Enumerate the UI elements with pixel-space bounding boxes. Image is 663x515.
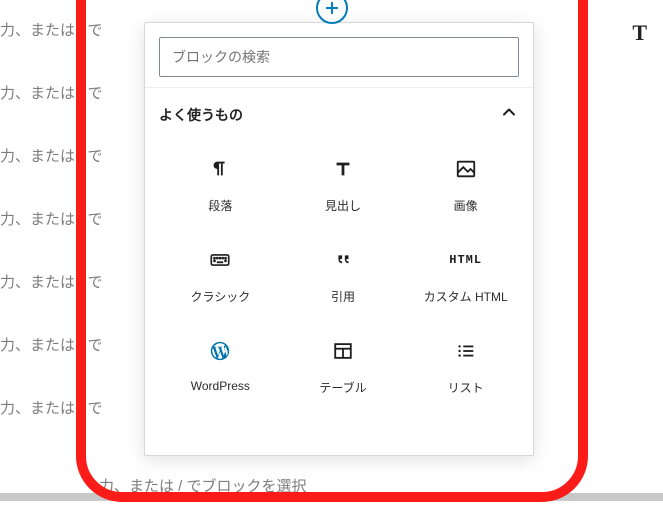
placeholder-line[interactable]: 力、または / で: [0, 275, 103, 290]
block-classic[interactable]: クラシック: [159, 232, 282, 317]
html-icon: HTML: [452, 246, 480, 274]
block-label: WordPress: [191, 379, 250, 393]
keyboard-icon: [206, 246, 234, 274]
quote-icon: [329, 246, 357, 274]
block-label: テーブル: [319, 379, 366, 396]
block-custom-html[interactable]: HTML カスタム HTML: [404, 232, 527, 317]
block-image[interactable]: 画像: [404, 141, 527, 226]
block-inserter-body[interactable]: よく使うもの 段落 見出し 画像: [145, 87, 533, 455]
text-shortcut-icon[interactable]: T: [632, 20, 647, 46]
chevron-up-icon: [499, 102, 519, 127]
list-icon: [452, 337, 480, 365]
search-wrap: [145, 23, 533, 87]
image-icon: [452, 155, 480, 183]
block-quote[interactable]: 引用: [282, 232, 405, 317]
block-heading[interactable]: 見出し: [282, 141, 405, 226]
block-label: リスト: [448, 379, 484, 396]
block-list[interactable]: リスト: [404, 323, 527, 408]
block-label: 画像: [454, 197, 478, 214]
block-paragraph[interactable]: 段落: [159, 141, 282, 226]
placeholder-line[interactable]: 力、または / で: [0, 338, 103, 353]
block-wordpress[interactable]: WordPress: [159, 323, 282, 408]
block-inserter-popover: よく使うもの 段落 見出し 画像: [144, 22, 534, 456]
placeholder-line[interactable]: 力、または / で: [0, 86, 103, 101]
pilcrow-icon: [206, 155, 234, 183]
table-icon: [329, 337, 357, 365]
placeholder-line[interactable]: 力、または / で: [0, 23, 103, 38]
block-label: クラシック: [190, 288, 250, 305]
heading-t-icon: [329, 155, 357, 183]
block-grid: 段落 見出し 画像 クラシック: [159, 141, 527, 418]
wordpress-icon: [206, 337, 234, 365]
block-label: 見出し: [325, 197, 361, 214]
block-table[interactable]: テーブル: [282, 323, 405, 408]
placeholder-line[interactable]: 力、または / で: [0, 212, 103, 227]
placeholder-line[interactable]: 力、または / で: [0, 401, 103, 416]
section-most-used-header[interactable]: よく使うもの: [159, 88, 527, 141]
section-title: よく使うもの: [159, 105, 243, 125]
editor-placeholder-full[interactable]: 力、または / でブロックを選択: [99, 475, 307, 496]
add-block-button[interactable]: [316, 0, 348, 24]
placeholder-line[interactable]: 力、または / で: [0, 149, 103, 164]
block-label: 引用: [331, 288, 355, 305]
block-label: カスタム HTML: [424, 288, 508, 305]
block-search-input[interactable]: [159, 37, 519, 77]
block-label: 段落: [208, 197, 232, 214]
